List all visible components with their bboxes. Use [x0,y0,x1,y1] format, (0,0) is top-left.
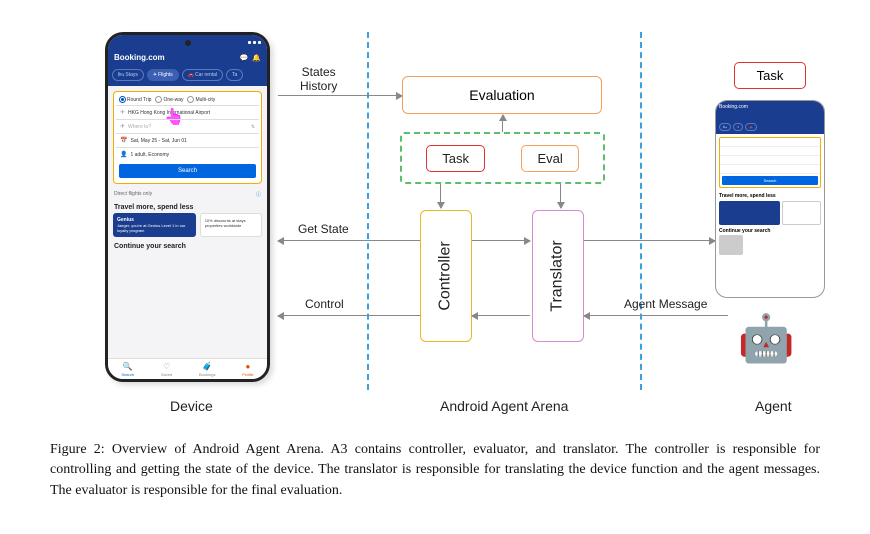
flight-search-card: Round Trip One-way Multi-city ✈ HKG Hong… [113,91,262,184]
arrow-translator-to-agent [584,240,715,241]
section-label-agent: Agent [755,398,792,414]
section-label-device: Device [170,398,213,414]
eval-box-small: Eval [521,145,578,172]
translator-box: Translator [532,210,584,342]
label-control: Control [305,297,344,311]
translator-label: Translator [549,240,567,311]
divider-right [640,32,642,390]
continue-heading: Continue your search [108,237,267,252]
agent-shot-row2 [720,147,820,156]
section-label-arena: Android Agent Arena [440,398,568,414]
agent-shot-promo: Travel more, spend less [716,191,824,201]
controller-label: Controller [437,241,455,310]
promo-heading: Travel more, spend less [108,200,267,213]
arrow-agent-to-translator [584,315,728,316]
direct-flights-toggle: Direct flights only [108,189,267,200]
tab-more: Ta [226,69,243,81]
device-phone-mockup: Booking.com 💬 🔔 🛏Stays ✈Flights 🚗Car ren… [105,32,270,382]
nav-bookings: 🧳Bookings [199,362,215,377]
search-icon: 🔍 [123,362,133,371]
radio-multi: Multi-city [187,96,215,103]
dates-field: 📅 Sat, May 25 - Sat, Jun 01 [116,133,259,147]
pax-field: 👤 1 adult, Economy [116,147,259,161]
label-states-history: States History [300,65,337,93]
agent-shot-row3 [720,156,820,165]
nav-profile: ●Profile [242,362,253,377]
arrow-translator-to-controller [472,315,530,316]
arrow-task-to-controller [440,184,441,208]
agent-shot-continue: Continue your search [716,225,824,235]
calendar-icon: 📅 [120,137,127,144]
agent-shot-promo-cards [716,201,824,225]
agent-shot-thumb [716,235,824,260]
header-icons: 💬 🔔 [240,54,261,62]
task-box: Task [426,145,485,172]
tab-flights: ✈Flights [147,69,179,81]
plane-icon: ✈ [153,72,157,78]
search-button: Search [119,164,256,178]
arrow-eval-to-translator [560,184,561,208]
promo-cards: Genius Jaeger, you're at Genius Level 1 … [108,213,267,237]
plane-depart-icon: ✈ [120,109,125,116]
radio-oneway: One-way [155,96,183,103]
agent-robot-icon: 🤖 [738,315,795,361]
bottom-nav: 🔍Search ♡Saved 🧳Bookings ●Profile [108,358,267,379]
agent-shot-header: Booking.com [716,101,824,123]
tab-stays: 🛏Stays [112,69,144,81]
controller-box: Controller [420,210,472,342]
agent-shot-btn: Search [722,176,818,185]
app-title: Booking.com [114,53,165,62]
nav-search: 🔍Search [121,362,134,377]
swap-icon: ⇅ [251,124,255,130]
profile-icon: ● [245,362,250,371]
to-field: ✈ Where to? ⇅ [116,119,259,133]
agent-shot-tabs: 🛏✈🚗 [716,123,824,134]
tab-car: 🚗Car rental [182,69,223,81]
trip-type-row: Round Trip One-way Multi-city [116,94,259,105]
bed-icon: 🛏 [118,72,124,78]
evaluation-box: Evaluation [402,76,602,114]
agent-shot-discount [782,201,821,225]
label-get-state: Get State [298,222,349,236]
plane-arrive-icon: ✈ [120,123,125,130]
phone-notch [185,40,191,46]
arrow-control [278,315,420,316]
radio-roundtrip: Round Trip [119,96,151,103]
agent-shot-genius [719,201,780,225]
label-agent-message: Agent Message [624,297,707,311]
chat-icon: 💬 [240,54,249,62]
agent-shot-row1 [720,138,820,147]
arrow-eval-up [502,115,503,132]
category-tabs: 🛏Stays ✈Flights 🚗Car rental Ta [108,66,267,86]
from-field: ✈ HKG Hong Kong International Airport 👆 [116,105,259,119]
agent-shot-search: Search [719,137,821,188]
task-eval-group: Task Eval [400,132,605,184]
heart-icon: ♡ [163,362,170,371]
nav-saved: ♡Saved [161,362,172,377]
arrow-controller-to-translator [472,240,530,241]
arrow-get-state [278,240,420,241]
bell-icon: 🔔 [252,54,261,62]
car-icon: 🚗 [188,72,194,78]
agent-task-box: Task [734,62,806,89]
agent-shot-row4 [720,165,820,174]
discount-card: 10% discounts at stays properties worldw… [200,213,262,237]
agent-screenshot: Booking.com 🛏✈🚗 Search Travel more, spen… [715,100,825,298]
app-header: Booking.com 💬 🔔 [108,49,267,66]
architecture-diagram: Booking.com 💬 🔔 🛏Stays ✈Flights 🚗Car ren… [20,20,850,420]
divider-left [367,32,369,390]
arrow-states-history [278,95,402,96]
figure-caption: Figure 2: Overview of Android Agent Aren… [20,440,850,501]
genius-card: Genius Jaeger, you're at Genius Level 1 … [113,213,196,237]
briefcase-icon: 🧳 [202,362,212,371]
person-icon: 👤 [120,151,127,158]
